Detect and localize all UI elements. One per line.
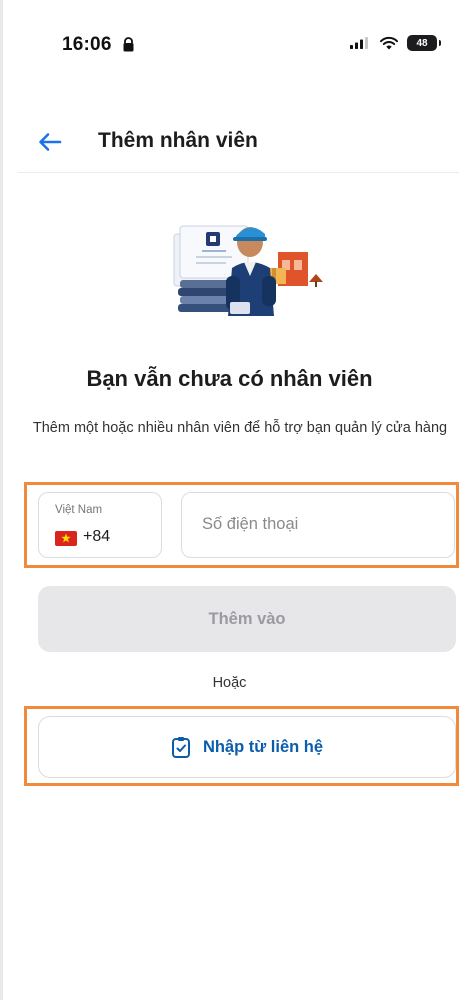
or-separator: Hoặc	[212, 675, 247, 691]
status-icons: 48	[349, 35, 441, 51]
battery-level: 48	[416, 37, 428, 49]
import-from-contacts-label: Nhập từ liên hệ	[202, 737, 324, 756]
country-code-picker[interactable]: Việt Nam +84	[38, 492, 162, 558]
dial-code: +84	[83, 528, 111, 545]
wifi-icon	[380, 36, 398, 49]
contact-checklist-icon	[171, 737, 190, 758]
add-button[interactable]: Thêm vào	[38, 586, 456, 652]
empty-state-description: Thêm một hoặc nhiều nhân viên để hỗ trợ …	[32, 420, 448, 436]
country-name: Việt Nam	[55, 504, 103, 516]
vietnam-flag-icon	[55, 531, 77, 546]
add-button-label: Thêm vào	[208, 610, 286, 628]
staff-illustration	[173, 225, 323, 316]
page-title: Thêm nhân viên	[98, 129, 258, 152]
empty-state-title: Bạn vẫn chưa có nhân viên	[86, 366, 373, 391]
status-time: 16:06	[62, 34, 112, 55]
signal-icon	[350, 37, 368, 49]
battery-icon: 48	[407, 35, 441, 51]
lock-icon	[123, 37, 134, 52]
import-from-contacts-button[interactable]: Nhập từ liên hệ	[38, 716, 456, 778]
back-arrow-icon[interactable]	[36, 128, 64, 156]
app-header: Thêm nhân viên	[0, 120, 459, 172]
status-bar: 16:06 48	[0, 0, 459, 80]
header-divider	[18, 172, 459, 173]
phone-number-input[interactable]: Số điện thoại	[181, 492, 455, 558]
phone-placeholder: Số điện thoại	[202, 515, 299, 533]
